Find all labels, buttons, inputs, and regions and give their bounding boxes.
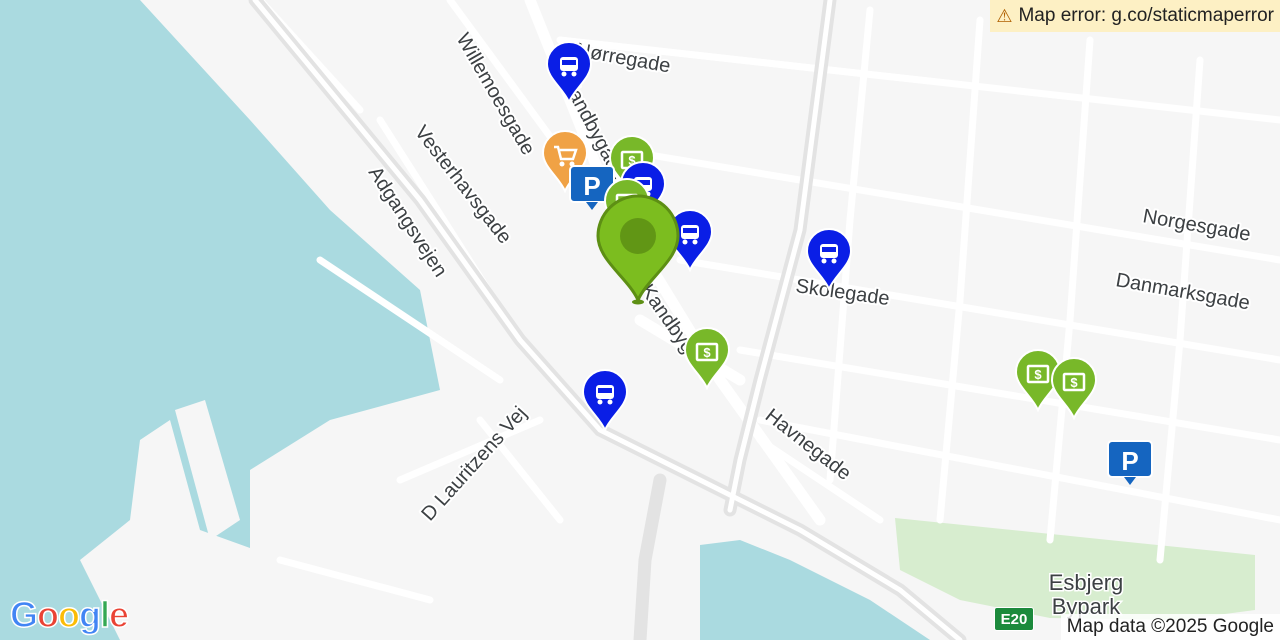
warning-icon: ⚠: [996, 5, 1013, 26]
svg-text:P: P: [1121, 446, 1138, 476]
svg-text:$: $: [703, 345, 711, 360]
google-logo[interactable]: Google: [9, 593, 130, 636]
map-error-banner[interactable]: ⚠ Map error: g.co/staticmaperror: [990, 0, 1280, 32]
map-marker-finance[interactable]: $: [682, 324, 732, 390]
svg-text:$: $: [1034, 367, 1042, 382]
map-marker-parking[interactable]: P: [1104, 439, 1156, 487]
parking-icon: P: [1107, 440, 1153, 485]
selected-location-marker[interactable]: [590, 194, 686, 306]
map-attribution[interactable]: Map data ©2025 Google: [1060, 614, 1280, 640]
map-marker-bus[interactable]: [804, 225, 854, 291]
map-error-text: Map error: g.co/staticmaperror: [1018, 5, 1274, 26]
map-marker-finance[interactable]: $: [1049, 354, 1099, 420]
map-base: Nørregade Willemoesgade Vesterhavsgade A…: [0, 0, 1280, 640]
location-pin-icon: [596, 194, 680, 305]
svg-text:$: $: [1070, 375, 1078, 390]
e20-road-shield: E20: [994, 607, 1034, 631]
map-marker-bus[interactable]: [580, 366, 630, 432]
map-canvas[interactable]: Nørregade Willemoesgade Vesterhavsgade A…: [0, 0, 1280, 640]
park-label-line1: Esbjerg: [1049, 570, 1124, 595]
map-marker-bus[interactable]: [544, 38, 594, 104]
